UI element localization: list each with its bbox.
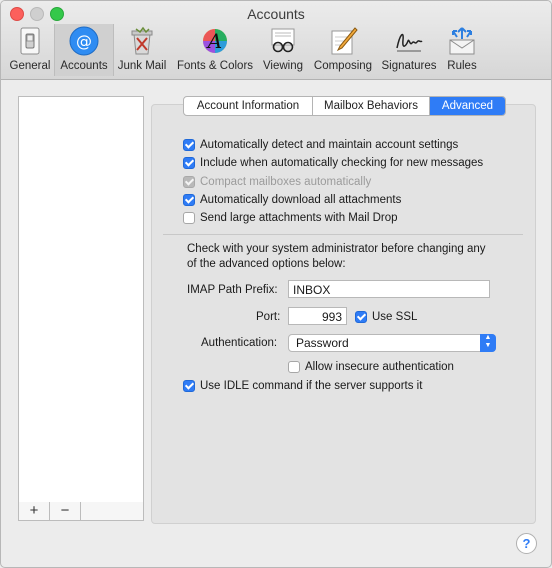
idle-checkbox[interactable] — [183, 380, 195, 392]
authentication-value: Password — [296, 336, 349, 350]
authentication-popup[interactable]: Password ▲ ▼ — [288, 334, 496, 352]
glasses-icon — [268, 26, 298, 56]
junk-trash-icon — [127, 26, 157, 56]
include-check-checkbox[interactable] — [183, 157, 195, 169]
allow-insecure-checkbox[interactable] — [288, 361, 300, 373]
compact-label: Compact mailboxes automatically — [200, 176, 372, 188]
add-account-button[interactable]: + — [19, 502, 50, 520]
tab-general-label: General — [9, 60, 51, 72]
tab-viewing-label: Viewing — [262, 60, 304, 72]
tab-fonts-colors[interactable]: A Fonts & Colors — [173, 24, 257, 76]
imap-prefix-field[interactable]: INBOX — [288, 280, 490, 298]
tab-fonts-colors-label: Fonts & Colors — [176, 60, 254, 72]
segment-account-information[interactable]: Account Information — [184, 97, 313, 115]
accounts-list-toolbar: + − — [18, 502, 144, 521]
help-button[interactable]: ? — [516, 533, 537, 554]
tab-composing-label: Composing — [313, 60, 373, 72]
allow-insecure-label: Allow insecure authentication — [305, 361, 454, 373]
imap-prefix-label: IMAP Path Prefix: — [187, 284, 278, 296]
mail-drop-checkbox[interactable] — [183, 212, 195, 224]
segment-advanced[interactable]: Advanced — [430, 97, 505, 115]
tab-general[interactable]: General — [7, 24, 53, 76]
tab-signatures[interactable]: Signatures — [379, 24, 439, 76]
signature-icon — [394, 26, 424, 56]
mail-drop-label: Send large attachments with Mail Drop — [200, 212, 398, 224]
include-check-label: Include when automatically checking for … — [200, 157, 484, 169]
account-segmented-control: Account Information Mailbox Behaviors Ad… — [183, 96, 506, 116]
tab-rules[interactable]: Rules — [441, 24, 483, 76]
popup-arrows-icon: ▲ ▼ — [480, 334, 496, 352]
tab-rules-label: Rules — [447, 60, 477, 72]
compact-checkbox — [183, 176, 195, 188]
admin-note-line2: of the advanced options below: — [187, 258, 346, 270]
rules-envelope-icon — [447, 26, 477, 56]
general-switch-icon — [15, 26, 45, 56]
auto-detect-label: Automatically detect and maintain accoun… — [200, 139, 459, 151]
auto-download-label: Automatically download all attachments — [200, 194, 402, 206]
segment-mailbox-behaviors[interactable]: Mailbox Behaviors — [313, 97, 430, 115]
accounts-list[interactable] — [18, 96, 144, 503]
tab-composing[interactable]: Composing — [309, 24, 377, 76]
tab-junk-mail-label: Junk Mail — [117, 60, 167, 72]
use-ssl-label: Use SSL — [372, 311, 418, 323]
idle-label: Use IDLE command if the server supports … — [200, 380, 423, 392]
preferences-window: Accounts General @ Accounts Junk Mail A — [0, 0, 552, 568]
use-ssl-checkbox[interactable] — [355, 311, 367, 323]
window-title: Accounts — [247, 6, 305, 22]
admin-note-line1: Check with your system administrator bef… — [187, 243, 486, 255]
port-label: Port: — [256, 311, 281, 323]
auto-detect-checkbox[interactable] — [183, 139, 195, 151]
fonts-colors-icon: A — [200, 26, 230, 56]
tab-accounts-label: Accounts — [60, 60, 108, 72]
tab-junk-mail[interactable]: Junk Mail — [113, 24, 171, 76]
tab-accounts[interactable]: @ Accounts — [54, 24, 114, 76]
svg-text:@: @ — [76, 32, 92, 51]
tab-viewing[interactable]: Viewing — [259, 24, 307, 76]
section-divider — [163, 234, 523, 235]
tab-signatures-label: Signatures — [381, 60, 437, 72]
at-sign-icon: @ — [69, 26, 99, 56]
port-field[interactable]: 993 — [288, 307, 347, 325]
svg-text:A: A — [206, 29, 222, 53]
auto-download-checkbox[interactable] — [183, 194, 195, 206]
remove-account-button[interactable]: − — [50, 502, 81, 520]
authentication-label: Authentication: — [201, 337, 278, 349]
pencil-paper-icon — [328, 26, 358, 56]
titlebar: Accounts General @ Accounts Junk Mail A — [1, 1, 551, 80]
